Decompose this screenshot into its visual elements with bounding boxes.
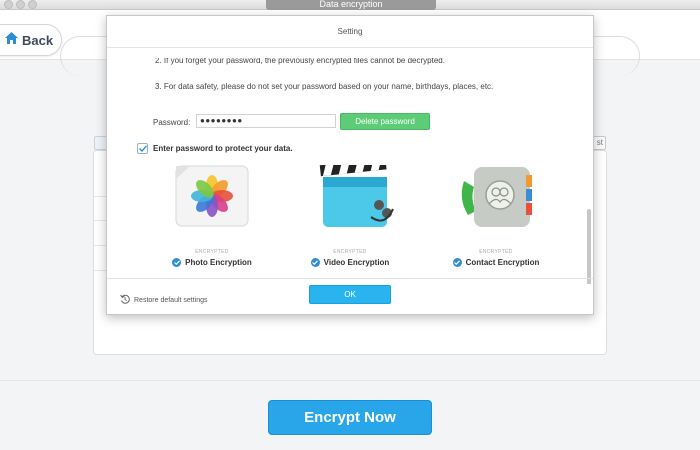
encrypt-now-button[interactable]: Encrypt Now	[268, 400, 432, 435]
window-titlebar: Data encryption	[0, 0, 700, 10]
dialog-footer: Restore default settings OK	[107, 278, 593, 314]
password-input[interactable]: ●●●●●●●●	[196, 114, 336, 128]
contact-encryption-label: Contact Encryption	[465, 258, 540, 267]
photo-encryption-label: Photo Encryption	[185, 258, 252, 267]
back-label: Back	[22, 32, 54, 48]
dialog-title: Setting	[107, 16, 593, 48]
photo-encryption-option[interactable]: ENCRYPTED Photo Encryption	[137, 165, 287, 284]
setting-dialog: Setting 2. If you forget your password, …	[106, 15, 594, 315]
video-clapper-icon	[305, 158, 395, 241]
video-encryption-label: Video Encryption	[323, 258, 390, 267]
zoom-window-button[interactable]	[28, 0, 37, 9]
ok-button[interactable]: OK	[309, 285, 391, 304]
check-circle-icon	[172, 258, 182, 267]
check-circle-icon	[452, 258, 462, 267]
checkmark-icon	[138, 145, 147, 152]
photos-app-icon	[174, 165, 250, 241]
contact-encryption-status: ENCRYPTED	[479, 249, 513, 255]
delete-password-button[interactable]: Delete password	[340, 113, 430, 130]
back-button[interactable]: Back	[0, 24, 62, 56]
check-circle-icon	[310, 258, 320, 267]
restore-icon	[120, 291, 130, 309]
home-icon	[5, 31, 18, 49]
window-title: Data encryption	[266, 0, 436, 10]
close-window-button[interactable]	[4, 0, 13, 9]
video-encryption-option[interactable]: ENCRYPTED Video Encryption	[275, 158, 425, 284]
password-label: Password:	[153, 118, 191, 127]
minimize-window-button[interactable]	[16, 0, 25, 9]
password-note-2: 2. If you forget your password, the prev…	[155, 58, 445, 65]
password-note-3: 3. For data safety, please do not set yo…	[155, 82, 494, 91]
contacts-app-icon	[456, 165, 536, 241]
restore-defaults-label: Restore default settings	[134, 296, 208, 304]
photo-encryption-status: ENCRYPTED	[195, 249, 229, 255]
video-encryption-status: ENCRYPTED	[333, 249, 367, 255]
protect-label: Enter password to protect your data.	[153, 144, 293, 153]
contact-encryption-option[interactable]: ENCRYPTED Contact Encryption	[421, 165, 571, 284]
dialog-scrollbar[interactable]	[587, 209, 591, 284]
dialog-body: 2. If you forget your password, the prev…	[107, 49, 593, 284]
restore-defaults-button[interactable]: Restore default settings	[120, 291, 208, 309]
protect-checkbox-row[interactable]: Enter password to protect your data.	[137, 143, 293, 154]
protect-checkbox[interactable]	[137, 143, 148, 154]
